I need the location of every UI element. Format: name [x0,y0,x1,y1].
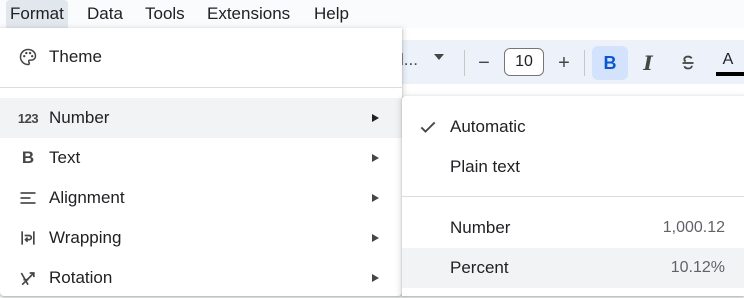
format-menu: Theme 123 Number B Text Alignment Wrappi… [0,28,402,296]
menu-bar: Format Data Tools Extensions Help [0,0,744,28]
menu-item-label: Text [49,148,81,167]
submenu-arrow-icon [372,114,379,122]
menu-item-label: Wrapping [49,228,122,247]
font-family-select[interactable]: l... [400,50,418,70]
menu-item-alignment[interactable]: Alignment [0,178,402,218]
submenu-arrow-icon [372,194,379,202]
menu-item-label: Number [49,108,110,127]
submenu-arrow-icon [372,154,379,162]
text-wrap-icon [16,226,40,250]
text-rotation-icon [16,266,40,290]
italic-button[interactable]: I [632,46,664,80]
submenu-item-label: Plain text [450,157,520,176]
text-color-button[interactable]: A [712,46,744,80]
menu-format[interactable]: Format [6,0,68,28]
font-size-input[interactable]: 10 [504,48,544,76]
submenu-item-number[interactable]: Number 1,000.12 [402,208,744,248]
toolbar-divider [584,50,585,76]
number-123-icon: 123 [17,110,39,126]
menu-extensions[interactable]: Extensions [203,0,294,28]
menu-help[interactable]: Help [310,0,353,28]
menu-item-text[interactable]: B Text [0,138,402,178]
strikethrough-icon [682,55,694,70]
toolbar-divider [464,50,465,76]
number-format-submenu: Automatic Plain text Number 1,000.12 Per… [402,96,744,296]
menu-item-label: Rotation [49,268,113,287]
format-example: 1,000.12 [662,219,725,236]
align-left-icon [16,186,40,210]
text-color-label: A [722,51,734,68]
menu-item-wrapping[interactable]: Wrapping [0,218,402,258]
submenu-item-label: Number [450,218,511,237]
format-example: 10.12% [670,259,725,276]
menu-item-label: Alignment [49,188,125,207]
checkmark-icon [420,121,436,133]
menu-divider [0,87,402,88]
menu-tools[interactable]: Tools [141,0,189,28]
text-color-swatch [716,72,744,76]
chevron-down-icon[interactable] [434,54,444,60]
submenu-item-automatic[interactable]: Automatic [402,107,744,147]
submenu-arrow-icon [372,234,379,242]
menu-item-number[interactable]: 123 Number [0,98,402,138]
bold-button[interactable]: B [592,46,628,80]
menu-data[interactable]: Data [83,0,127,28]
submenu-item-label: Percent [450,258,509,277]
menu-item-label: Theme [49,47,102,66]
bold-icon: B [21,148,35,167]
strikethrough-button[interactable] [672,46,704,80]
submenu-item-plain-text[interactable]: Plain text [402,147,744,187]
menu-divider [402,196,744,197]
palette-icon [16,45,40,69]
decrease-font-size-button[interactable]: − [468,46,500,80]
submenu-item-label: Automatic [450,117,526,136]
menu-item-theme[interactable]: Theme [0,37,402,77]
submenu-arrow-icon [372,274,379,282]
menu-item-rotation[interactable]: Rotation [0,258,402,298]
submenu-item-percent[interactable]: Percent 10.12% [402,248,744,288]
increase-font-size-button[interactable]: + [548,46,580,80]
